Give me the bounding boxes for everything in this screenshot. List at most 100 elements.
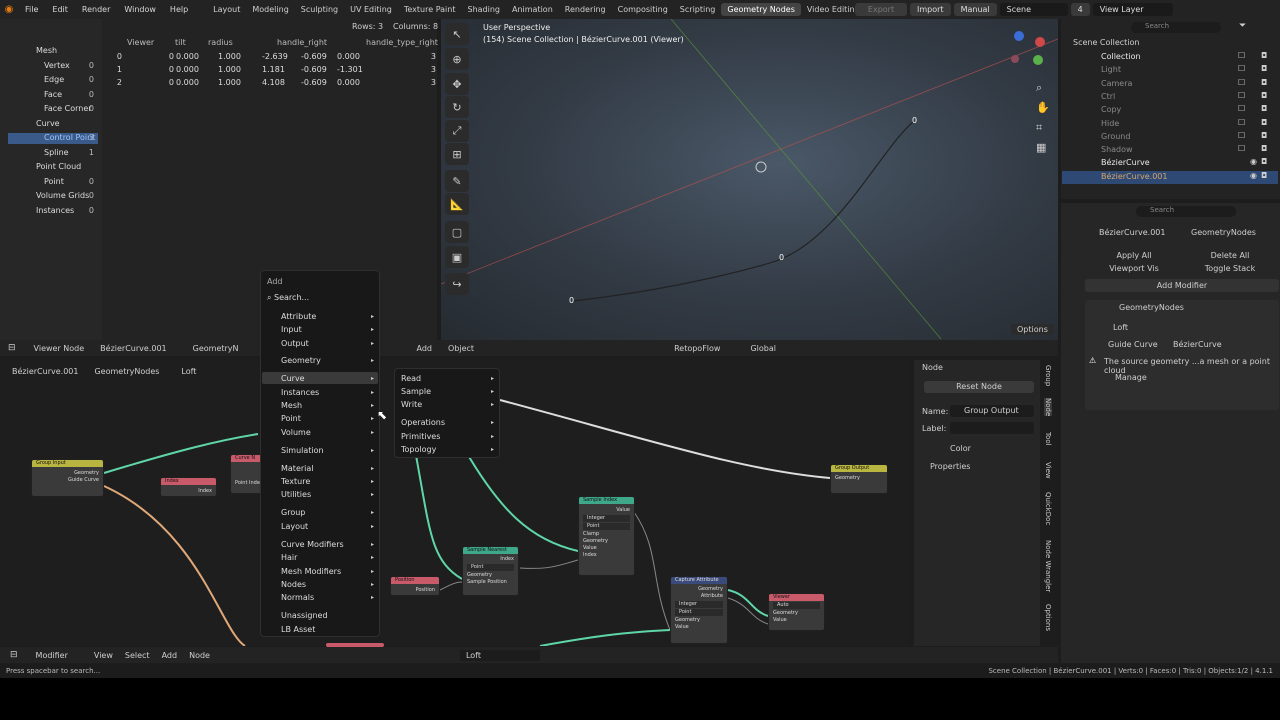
eye-icon[interactable]: ◉: [1250, 157, 1257, 166]
add-menu-item[interactable]: Layout ▸: [262, 521, 378, 533]
randomize-tool-icon[interactable]: ▣: [445, 246, 469, 268]
scene-selector[interactable]: Scene: [999, 3, 1068, 16]
select-menu[interactable]: Select: [125, 651, 150, 660]
add-menu-item[interactable]: Mesh Modifiers ▸: [262, 566, 378, 578]
node-group-output[interactable]: Group Output Geometry: [830, 464, 888, 494]
add-menu-item[interactable]: Utilities ▸: [262, 489, 378, 501]
clamp-checkbox[interactable]: Clamp: [579, 531, 634, 538]
add-menu-item[interactable]: Unassigned: [262, 610, 378, 622]
add-menu-item[interactable]: Simulation ▸: [262, 445, 378, 457]
add-menu-item[interactable]: Group ▸: [262, 507, 378, 519]
properties-panel[interactable]: Properties: [930, 462, 970, 471]
tab-rendering[interactable]: Rendering: [559, 3, 612, 16]
sidebar-tab[interactable]: Tool: [1044, 432, 1052, 446]
tab-scripting[interactable]: Scripting: [674, 3, 722, 16]
camera-render-icon[interactable]: ◘: [1261, 51, 1267, 60]
domain-dropdown[interactable]: Auto: [773, 602, 820, 609]
submenu-item[interactable]: Topology ▸: [396, 444, 498, 456]
tab-geometry-nodes[interactable]: Geometry Nodes: [721, 3, 801, 16]
export-button[interactable]: Export: [855, 3, 907, 16]
camera-render-icon[interactable]: ◘: [1261, 131, 1267, 140]
hand-pan-icon[interactable]: ✋: [1036, 101, 1050, 114]
camera-render-icon[interactable]: ◘: [1261, 78, 1267, 87]
domain-dropdown[interactable]: Point: [583, 523, 630, 530]
object-selector[interactable]: BézierCurve.001: [100, 344, 166, 353]
node-menu[interactable]: Node: [189, 651, 210, 660]
view-layer-selector[interactable]: View Layer: [1092, 3, 1173, 16]
viewport-vis-button[interactable]: Viewport Vis: [1087, 264, 1181, 273]
camera-render-icon[interactable]: ◘: [1261, 64, 1267, 73]
retopoflow-button[interactable]: RetopoFlow: [674, 344, 720, 353]
tree-item[interactable]: Vertex 0: [8, 61, 98, 72]
submenu-item[interactable]: Write ▸: [396, 399, 498, 411]
outliner-item[interactable]: Shadow ☐ ◘: [1062, 144, 1278, 157]
add-menu-item[interactable]: Curve ▸: [262, 373, 378, 385]
outliner-item[interactable]: BézierCurve.001 ◉ ◘: [1062, 170, 1278, 184]
add-menu-item[interactable]: Material ▸: [262, 463, 378, 475]
outliner-item[interactable]: Copy ☐ ◘: [1062, 104, 1278, 117]
apply-all-button[interactable]: Apply All: [1087, 251, 1181, 260]
checkbox-icon[interactable]: ☐: [1238, 131, 1245, 140]
move-tool-icon[interactable]: ✥: [445, 73, 469, 95]
scale-tool-icon[interactable]: ⤢: [445, 120, 469, 142]
sidebar-tab[interactable]: Group: [1044, 365, 1052, 386]
breadcrumb-nodetree[interactable]: GeometryNodes: [94, 367, 159, 376]
viewer-node-label[interactable]: Viewer Node: [34, 344, 85, 353]
manual-button[interactable]: Manual: [953, 3, 997, 16]
tab-layout[interactable]: Layout: [207, 3, 246, 16]
navigation-gizmo[interactable]: [1011, 31, 1047, 67]
add-menu-item[interactable]: Nodes ▸: [262, 579, 378, 591]
node-capture-attribute[interactable]: Capture Attribute Geometry Attribute Int…: [670, 576, 728, 644]
delete-all-button[interactable]: Delete All: [1183, 251, 1277, 260]
node-name-field[interactable]: Group Output: [950, 405, 1034, 417]
outliner-item[interactable]: Hide ☐ ◘: [1062, 118, 1278, 131]
blender-logo-icon[interactable]: ◉: [0, 4, 18, 15]
outliner-item[interactable]: Collection ☐ ◘: [1062, 51, 1278, 64]
camera-render-icon[interactable]: ◘: [1261, 104, 1267, 113]
add-menu-item[interactable]: Mesh ▸: [262, 400, 378, 412]
menu-render[interactable]: Render: [75, 5, 117, 14]
sidebar-tab[interactable]: View: [1044, 462, 1052, 479]
checkbox-icon[interactable]: ☐: [1238, 104, 1245, 113]
breadcrumb-group[interactable]: Loft: [181, 367, 196, 376]
curve-draw-tool-icon[interactable]: ↪: [445, 273, 469, 295]
add-modifier-button[interactable]: Add Modifier: [1085, 279, 1279, 292]
tree-item[interactable]: Instances 0: [8, 206, 98, 217]
tab-animation[interactable]: Animation: [506, 3, 559, 16]
checkbox-icon[interactable]: ☐: [1238, 118, 1245, 127]
toggle-stack-button[interactable]: Toggle Stack: [1183, 264, 1277, 273]
import-button[interactable]: Import: [910, 3, 951, 16]
outliner-item[interactable]: Camera ☐ ◘: [1062, 78, 1278, 91]
modifier-selector[interactable]: Modifier: [36, 651, 68, 660]
color-panel[interactable]: Color: [950, 444, 971, 453]
tab-compositing[interactable]: Compositing: [612, 3, 674, 16]
checkbox-icon[interactable]: ☐: [1238, 64, 1245, 73]
add-menu-item[interactable]: LB Asset: [262, 624, 378, 636]
submenu-item[interactable]: Read ▸: [396, 373, 498, 385]
options-button[interactable]: Options: [1011, 324, 1054, 335]
transform-orientation-selector[interactable]: Global: [750, 344, 776, 353]
tab-shading[interactable]: Shading: [461, 3, 506, 16]
scene-collection-root[interactable]: Scene Collection: [1073, 38, 1140, 47]
node-group-input[interactable]: Group Input Geometry Guide Curve: [31, 459, 104, 497]
add-cube-tool-icon[interactable]: ▢: [445, 221, 469, 243]
menu-window[interactable]: Window: [117, 5, 163, 14]
rotate-tool-icon[interactable]: ↻: [445, 96, 469, 118]
node-viewer[interactable]: Viewer Auto Geometry Value: [768, 593, 825, 631]
tree-item[interactable]: Spline 1: [8, 148, 98, 159]
measure-tool-icon[interactable]: 📐: [445, 193, 469, 215]
node-sample-nearest[interactable]: Sample Nearest Index Point Geometry Samp…: [462, 546, 519, 596]
camera-render-icon[interactable]: ◘: [1261, 144, 1267, 153]
outliner-item[interactable]: Light ☐ ◘: [1062, 64, 1278, 77]
camera-render-icon[interactable]: ◘: [1261, 157, 1267, 166]
add-menu-item[interactable]: Input ▸: [262, 324, 378, 336]
checkbox-icon[interactable]: ☐: [1238, 144, 1245, 153]
add-menu-item[interactable]: Curve Modifiers ▸: [262, 539, 378, 551]
menu-file[interactable]: File: [18, 5, 45, 14]
tree-item[interactable]: Point 0: [8, 177, 98, 188]
node-sample-index[interactable]: Sample Index Value Integer Point Clamp G…: [578, 496, 635, 576]
tab-sculpting[interactable]: Sculpting: [295, 3, 344, 16]
outliner-item[interactable]: Ctrl ☐ ◘: [1062, 91, 1278, 104]
camera-render-icon[interactable]: ◘: [1261, 171, 1267, 180]
add-menu-item[interactable]: Texture ▸: [262, 476, 378, 488]
